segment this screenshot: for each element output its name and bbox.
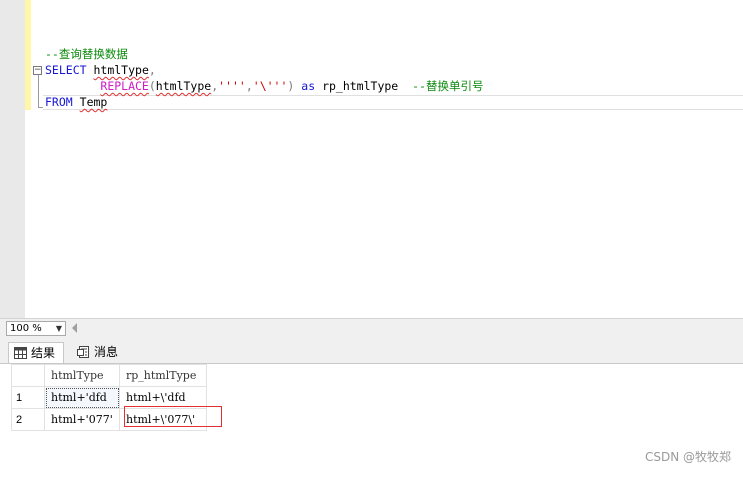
editor-gutter [0, 0, 25, 318]
highlight-annotation [124, 406, 222, 427]
code-line-4: FROM Temp [45, 94, 107, 110]
tab-label: 消息 [94, 345, 119, 359]
tab-results[interactable]: 结果 [8, 342, 64, 363]
zoom-value: 100 % [10, 323, 42, 334]
query-editor[interactable]: − --查询替换数据 SELECT htmlType, REPLACE(html… [0, 0, 743, 318]
as-keyword: as [301, 79, 316, 93]
grid-icon [14, 347, 27, 359]
message-icon [77, 346, 89, 358]
column-header[interactable]: rp_htmlType [119, 364, 207, 387]
tab-label: 结果 [31, 346, 56, 360]
sql-comment: --查询替换数据 [45, 47, 128, 61]
results-tabs: 结果 消息 [0, 338, 743, 363]
zoom-bar: 100 % ▼ [0, 318, 743, 338]
table-cell[interactable]: html+'dfd [44, 386, 120, 409]
change-tracking-bar [25, 0, 31, 110]
results-grid[interactable]: htmlType rp_htmlType 1 html+'dfd html+\'… [0, 363, 743, 480]
row-number[interactable]: 1 [11, 386, 45, 409]
tab-messages[interactable]: 消息 [72, 342, 124, 363]
table-cell[interactable]: html+'077' [44, 408, 120, 431]
replace-function: REPLACE [100, 79, 149, 93]
column-name: htmlType [93, 63, 149, 77]
replace-argument: htmlType [155, 79, 212, 93]
code-line-2: SELECT htmlType, [45, 62, 156, 78]
current-line-highlight [43, 95, 743, 110]
row-number[interactable]: 2 [11, 408, 45, 431]
close-paren: ) [287, 79, 295, 93]
chevron-down-icon[interactable]: ▼ [56, 322, 62, 335]
zoom-select[interactable]: 100 % ▼ [6, 321, 66, 336]
select-keyword: SELECT [45, 63, 87, 77]
comma: , [148, 63, 156, 77]
alias-name: rp_htmlType [322, 79, 399, 93]
watermark: CSDN @牧牧郑 [644, 450, 731, 464]
fold-line [38, 72, 39, 108]
open-paren: ( [148, 79, 156, 93]
collapse-icon[interactable]: − [33, 66, 42, 75]
table-name: Temp [79, 95, 108, 109]
string-literal: '''' [218, 79, 246, 93]
scroll-left-icon[interactable] [72, 323, 77, 333]
from-keyword: FROM [45, 95, 73, 109]
sql-comment: --替换单引号 [412, 79, 484, 93]
row-header-corner[interactable] [11, 364, 45, 387]
comma: , [245, 79, 253, 93]
column-header[interactable]: htmlType [44, 364, 120, 387]
table-header-row: htmlType rp_htmlType [11, 364, 207, 387]
code-line-3: REPLACE(htmlType,'''','\''') as rp_htmlT… [45, 78, 483, 94]
string-literal: '\''' [252, 79, 288, 93]
code-line-1: --查询替换数据 [45, 46, 128, 62]
